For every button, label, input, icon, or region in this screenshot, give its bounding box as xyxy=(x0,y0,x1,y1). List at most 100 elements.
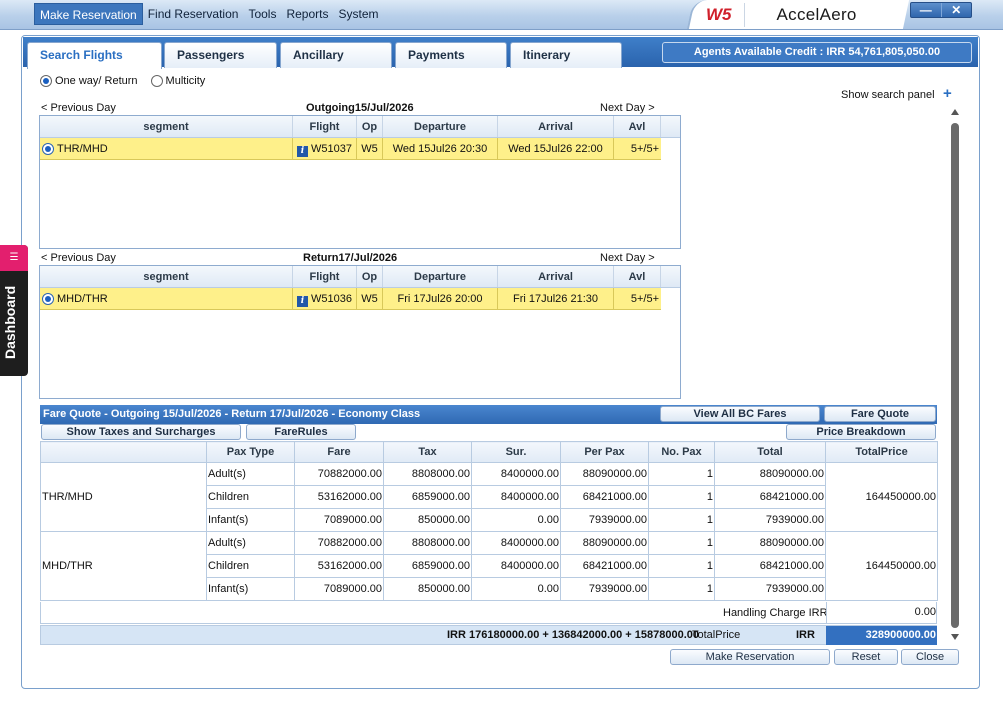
total-value: 7939000.00 xyxy=(714,508,826,532)
col-flight: Flight xyxy=(293,116,357,137)
show-search-panel-link[interactable]: Show search panel xyxy=(841,89,935,101)
grid-header: segment Flight Op Departure Arrival Avl xyxy=(40,116,680,138)
top-bar: Make Reservation Find Reservation Tools … xyxy=(0,0,1003,30)
view-all-bc-fares-button[interactable]: View All BC Fares xyxy=(660,406,820,422)
outgoing-prev-day[interactable]: < Previous Day xyxy=(41,102,116,114)
return-arrival: Fri 17Jul26 21:30 xyxy=(498,288,614,309)
outgoing-departure: Wed 15Jul26 20:30 xyxy=(383,138,498,159)
reset-button[interactable]: Reset xyxy=(834,649,898,665)
tab-itinerary[interactable]: Itinerary xyxy=(510,42,622,68)
segment-total-price: 164450000.00 xyxy=(825,531,938,601)
brand-code: W5 xyxy=(706,4,732,24)
return-segment: MHD/THR xyxy=(57,292,108,305)
per-pax-value: 88090000.00 xyxy=(560,531,649,555)
show-taxes-button[interactable]: Show Taxes and Surcharges xyxy=(41,424,241,440)
vertical-scrollbar[interactable] xyxy=(948,106,960,644)
window-controls: — ✕ xyxy=(910,2,972,18)
reservation-panel: Search Flights Passengers Ancillary Paym… xyxy=(21,35,980,689)
no-pax-value: 1 xyxy=(648,554,715,578)
fare-segment-name: THR/MHD xyxy=(40,462,207,532)
col-pax-type: Pax Type xyxy=(206,441,295,463)
no-pax-value: 1 xyxy=(648,485,715,509)
sur-value: 8400000.00 xyxy=(471,531,561,555)
col-tax: Tax xyxy=(383,441,472,463)
dashboard-icon[interactable]: ☰ xyxy=(0,245,28,271)
per-pax-value: 7939000.00 xyxy=(560,577,649,601)
total-breakdown: IRR 176180000.00 + 136842000.00 + 158780… xyxy=(447,629,700,641)
total-price-label: TotalPrice xyxy=(692,629,741,641)
return-prev-day[interactable]: < Previous Day xyxy=(41,252,116,264)
outgoing-select-radio[interactable] xyxy=(42,142,54,155)
segment-total-price: 164450000.00 xyxy=(825,462,938,532)
table-row: THR/MHD Adult(s) 70882000.00 8808000.00 … xyxy=(40,462,938,532)
pax-type: Infant(s) xyxy=(206,577,295,601)
return-op: W5 xyxy=(357,288,383,309)
outgoing-arrival: Wed 15Jul26 22:00 xyxy=(498,138,614,159)
return-flight-row[interactable]: MHD/THR i W51036 W5 Fri 17Jul26 20:00 Fri… xyxy=(40,288,661,310)
return-select-radio[interactable] xyxy=(42,292,54,305)
tab-payments[interactable]: Payments xyxy=(395,42,507,68)
total-value: 68421000.00 xyxy=(714,554,826,578)
brand-name: AccelAero xyxy=(776,4,857,24)
table-row: MHD/THR Adult(s) 70882000.00 8808000.00 … xyxy=(40,531,938,601)
tax-value: 6859000.00 xyxy=(383,554,472,578)
fare-table-header: Pax Type Fare Tax Sur. Per Pax No. Pax T… xyxy=(40,441,938,463)
return-flight-no: W51036 xyxy=(311,293,352,305)
scrollbar-thumb[interactable] xyxy=(951,123,959,628)
col-per-pax: Per Pax xyxy=(560,441,649,463)
menu-system[interactable]: System xyxy=(333,3,383,25)
col-no-pax: No. Pax xyxy=(648,441,715,463)
return-avl: 5+/5+ xyxy=(630,293,659,305)
fare-value: 7089000.00 xyxy=(294,508,384,532)
col-avl: Avl xyxy=(614,266,661,287)
scroll-up-icon[interactable] xyxy=(950,108,960,116)
close-window-icon[interactable]: ✕ xyxy=(940,3,972,17)
tax-value: 6859000.00 xyxy=(383,485,472,509)
tab-passengers[interactable]: Passengers xyxy=(164,42,277,68)
multicity-label: Multicity xyxy=(165,75,206,87)
col-segment: segment xyxy=(40,266,293,287)
fare-value: 70882000.00 xyxy=(294,462,384,486)
flight-info-icon[interactable]: i xyxy=(297,146,308,157)
tab-bar: Search Flights Passengers Ancillary Paym… xyxy=(23,37,978,69)
fare-quote-table: Pax Type Fare Tax Sur. Per Pax No. Pax T… xyxy=(40,441,938,601)
trip-type-group: One way/ Return Multicity xyxy=(40,75,205,87)
no-pax-value: 1 xyxy=(648,577,715,601)
tab-search-flights[interactable]: Search Flights xyxy=(27,42,162,69)
menu-find-reservation[interactable]: Find Reservation xyxy=(143,3,244,25)
col-fare: Fare xyxy=(294,441,384,463)
price-breakdown-button[interactable]: Price Breakdown xyxy=(786,424,936,440)
expand-plus-icon[interactable]: + xyxy=(943,85,952,102)
fare-rules-button[interactable]: FareRules xyxy=(246,424,356,440)
dashboard-side-tab[interactable]: ☰ Dashboard xyxy=(0,245,28,376)
pax-type: Children xyxy=(206,554,295,578)
tab-ancillary[interactable]: Ancillary xyxy=(280,42,392,68)
minimize-icon[interactable]: — xyxy=(911,3,941,17)
scroll-down-icon[interactable] xyxy=(950,633,960,641)
per-pax-value: 68421000.00 xyxy=(560,554,649,578)
grand-total-value: 328900000.00 xyxy=(826,626,937,645)
flight-info-icon[interactable]: i xyxy=(297,296,308,307)
total-price-row: IRR 176180000.00 + 136842000.00 + 158780… xyxy=(40,625,937,645)
col-op: Op xyxy=(357,266,383,287)
sur-value: 8400000.00 xyxy=(471,462,561,486)
fare-value: 70882000.00 xyxy=(294,531,384,555)
menu-make-reservation[interactable]: Make Reservation xyxy=(34,3,143,25)
col-segment: segment xyxy=(40,116,293,137)
fare-quote-button[interactable]: Fare Quote xyxy=(824,406,936,422)
return-next-day[interactable]: Next Day > xyxy=(600,252,655,264)
close-button[interactable]: Close xyxy=(901,649,959,665)
total-value: 88090000.00 xyxy=(714,462,826,486)
outgoing-flight-row[interactable]: THR/MHD i W51037 W5 Wed 15Jul26 20:30 Wed… xyxy=(40,138,661,160)
outgoing-next-day[interactable]: Next Day > xyxy=(600,102,655,114)
make-reservation-button[interactable]: Make Reservation xyxy=(670,649,830,665)
col-arrival: Arrival xyxy=(498,266,614,287)
total-value: 88090000.00 xyxy=(714,531,826,555)
fare-quote-title: Fare Quote - Outgoing 15/Jul/2026 - Retu… xyxy=(43,408,421,420)
oneway-return-radio[interactable] xyxy=(40,75,52,87)
multicity-radio[interactable] xyxy=(150,75,163,87)
per-pax-value: 68421000.00 xyxy=(560,485,649,509)
outgoing-title: Outgoing15/Jul/2026 xyxy=(306,102,414,114)
menu-reports[interactable]: Reports xyxy=(281,3,333,25)
menu-tools[interactable]: Tools xyxy=(243,3,281,25)
